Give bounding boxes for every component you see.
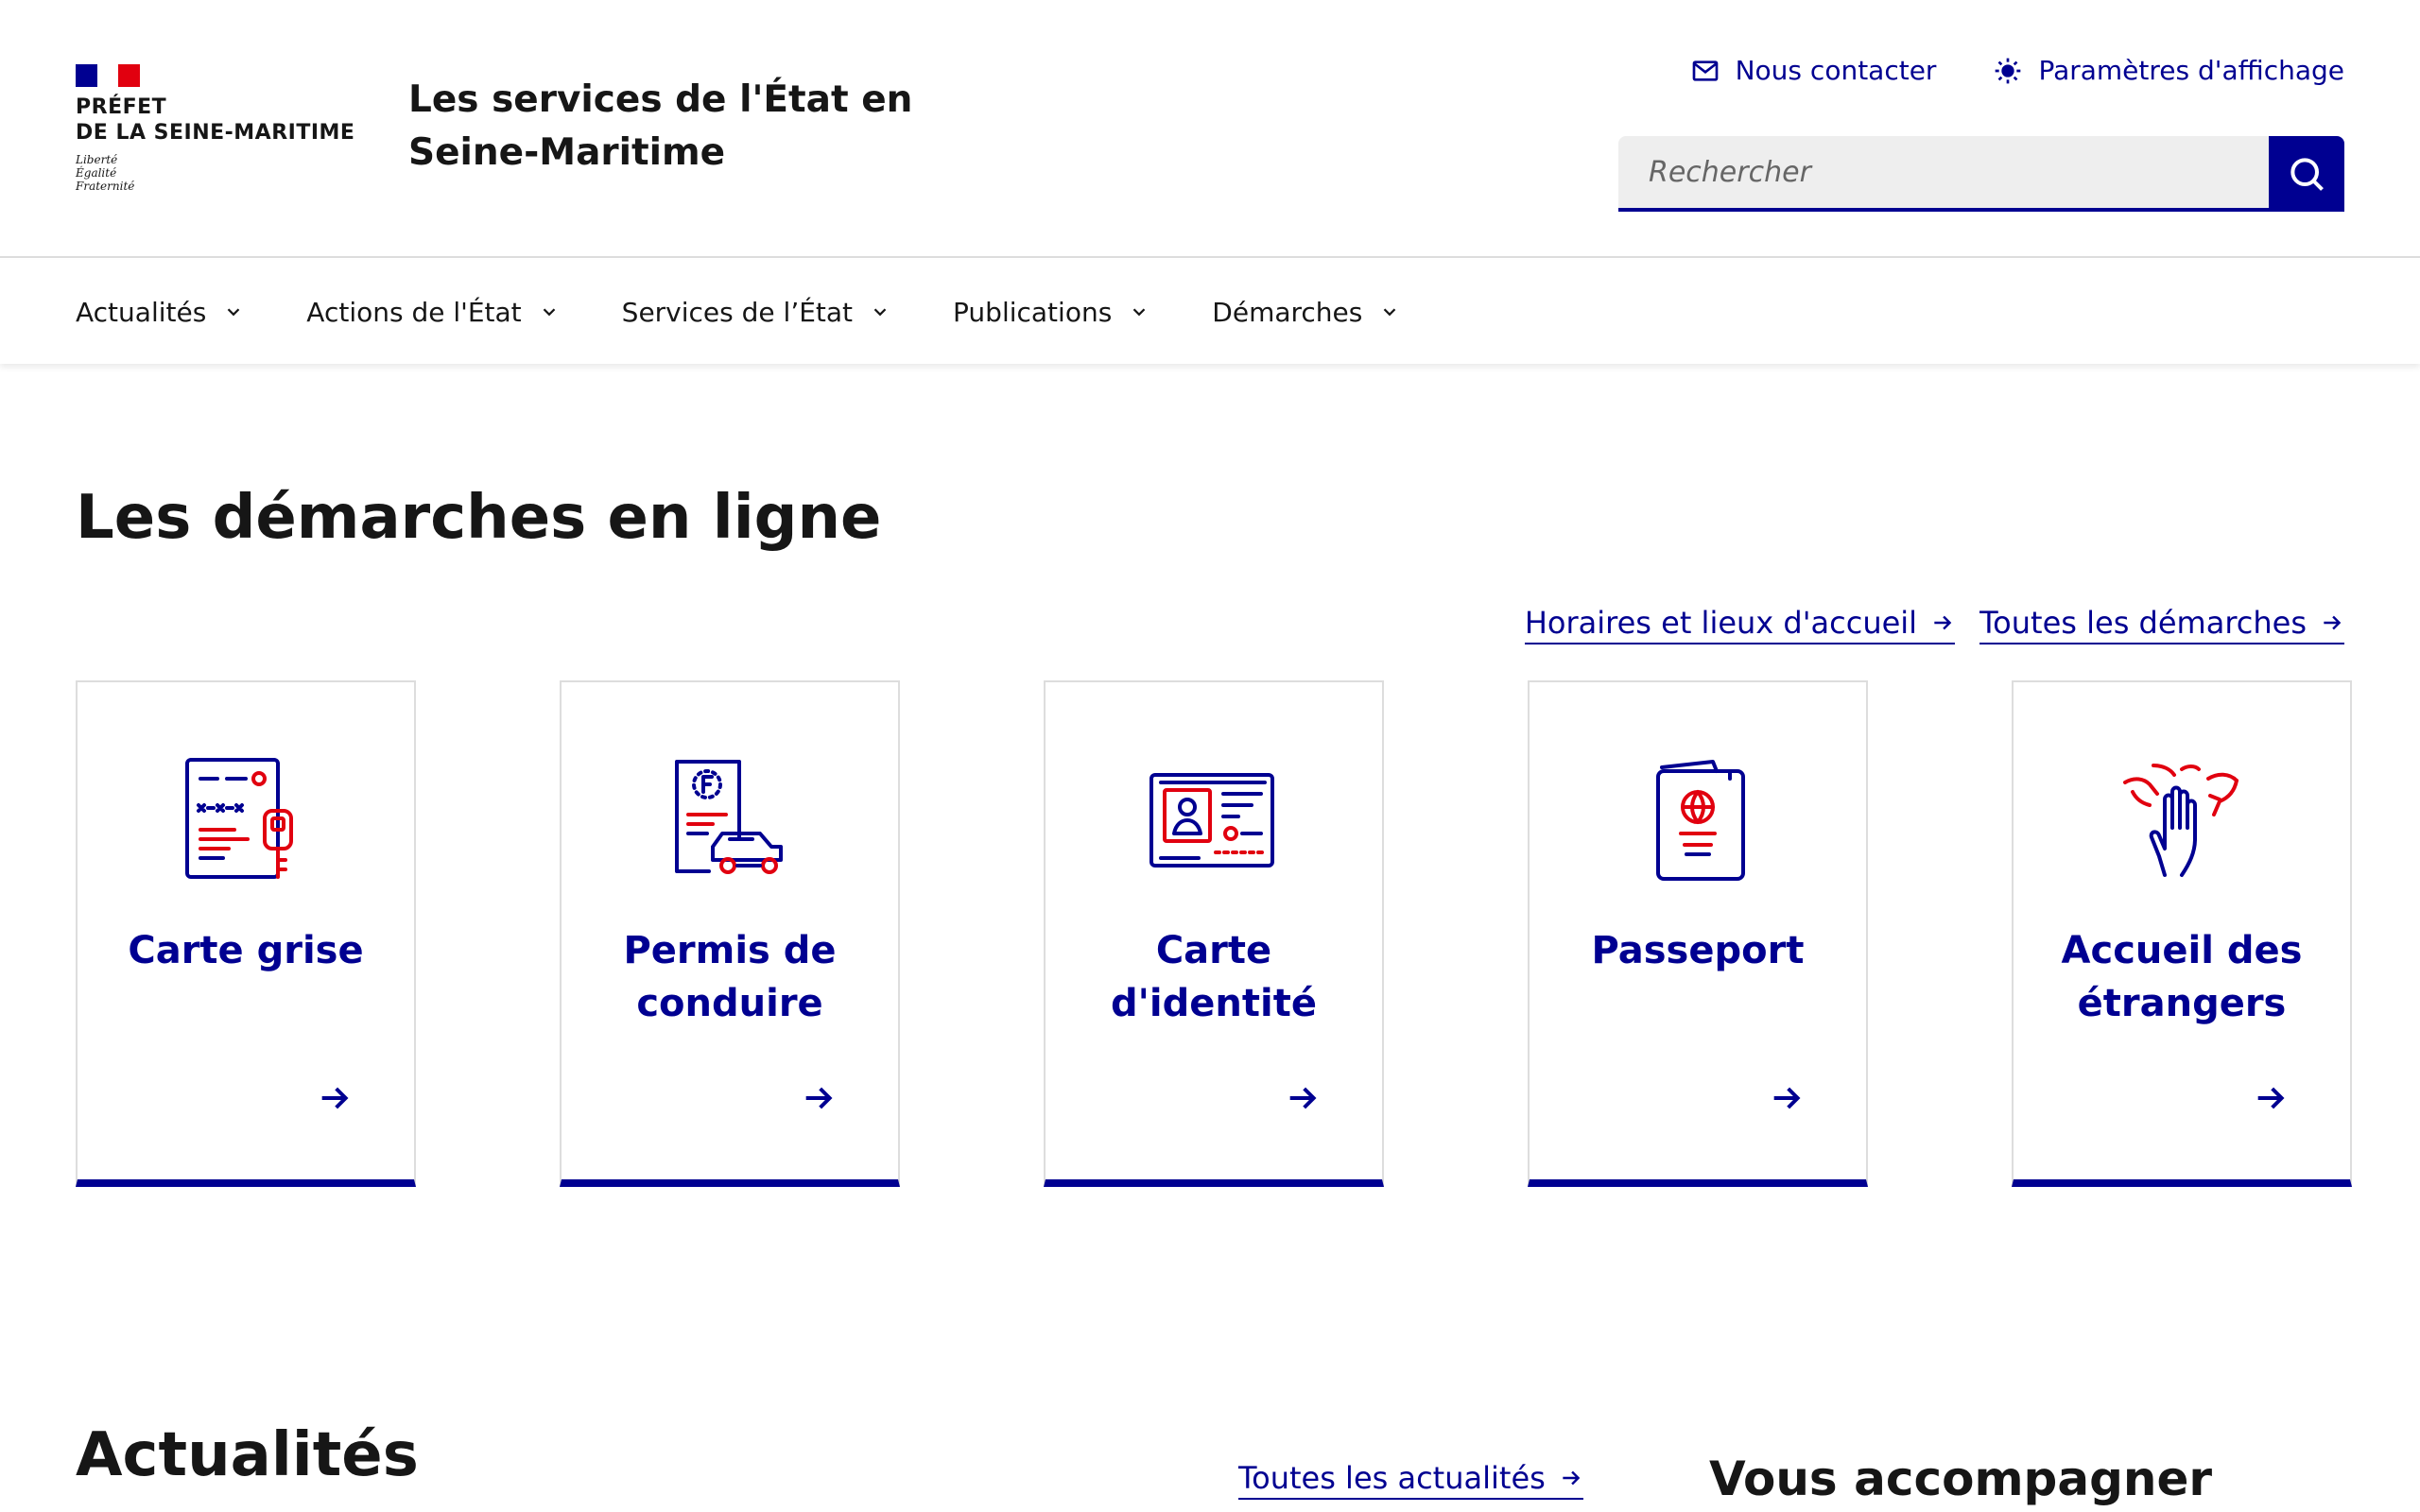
- card-permis-de-conduire[interactable]: Permis de conduire: [560, 680, 900, 1187]
- motto-liberte: Liberté: [76, 153, 118, 166]
- nav-item-demarches[interactable]: Démarches: [1212, 297, 1400, 328]
- search-bar: [1618, 136, 2344, 212]
- display-settings-link[interactable]: Paramètres d'affichage: [1993, 55, 2344, 86]
- chevron-down-icon: [543, 308, 555, 317]
- chevron-down-icon: [1384, 308, 1396, 317]
- welcome-hands-icon: [2123, 764, 2238, 877]
- horaires-label: Horaires et lieux d'accueil: [1524, 605, 1918, 641]
- nav-label: Démarches: [1212, 296, 1363, 328]
- card-title: Carte d'identité: [1111, 929, 1317, 1025]
- arrow-right-icon: [805, 1087, 833, 1109]
- contact-label: Nous contacter: [1735, 55, 1937, 86]
- nav-label: Publications: [953, 296, 1113, 328]
- republic-logo[interactable]: PRÉFET DE LA SEINE-MARITIME Liberté Égal…: [76, 64, 359, 193]
- chevron-down-icon: [227, 308, 240, 317]
- mail-icon: [1692, 60, 1718, 81]
- prefect-name: PRÉFET DE LA SEINE-MARITIME: [76, 94, 359, 146]
- arrow-right-icon: [2257, 1087, 2285, 1109]
- nav-label: Actions de l'État: [306, 296, 522, 328]
- motto-egalite: Égalité: [76, 166, 117, 180]
- nav-item-actions-etat[interactable]: Actions de l'État: [306, 297, 559, 328]
- arrow-right-icon: [321, 1087, 349, 1109]
- republic-motto: Liberté Égalité Fraternité: [76, 153, 359, 193]
- site-title[interactable]: Les services de l'État en Seine-Maritime: [408, 74, 938, 180]
- nav-item-actualites[interactable]: Actualités: [76, 297, 244, 328]
- chevron-down-icon: [1132, 308, 1146, 317]
- prefect-line-2: DE LA SEINE-MARITIME: [76, 121, 355, 145]
- vehicle-registration-icon: [185, 758, 293, 879]
- card-title: Permis de conduire: [623, 929, 837, 1025]
- card-title: Carte grise: [128, 929, 364, 972]
- arrow-right-icon: [1773, 1087, 1801, 1109]
- chevron-down-icon: [873, 308, 887, 317]
- nav-label: Services de l’État: [621, 296, 854, 328]
- sun-icon: [1996, 58, 2021, 83]
- toutes-demarches-label: Toutes les démarches: [1979, 605, 2307, 641]
- identity-card-icon: [1150, 773, 1274, 868]
- actualites-section-title: Actualités: [76, 1420, 419, 1490]
- card-passeport[interactable]: Passeport: [1528, 680, 1868, 1187]
- toutes-actualites-label: Toutes les actualités: [1238, 1460, 1546, 1496]
- toutes-actualites-link[interactable]: Toutes les actualités: [1238, 1460, 1583, 1500]
- motto-fraternite: Fraternité: [76, 180, 135, 193]
- card-title: Accueil des étrangers: [2061, 929, 2303, 1025]
- driving-license-icon: [675, 760, 783, 874]
- demarches-cards: Carte grise Permis de conduire Carte d'i…: [76, 680, 2352, 1187]
- contact-link[interactable]: Nous contacter: [1690, 55, 1937, 86]
- demarches-links: Horaires et lieux d'accueil Toutes les d…: [1524, 605, 2344, 644]
- search-input[interactable]: [1618, 136, 2269, 212]
- nav-item-services-etat[interactable]: Services de l’État: [622, 297, 890, 328]
- nav-item-publications[interactable]: Publications: [953, 297, 1150, 328]
- arrow-right-icon: [1289, 1087, 1317, 1109]
- arrow-right-icon: [1934, 615, 1952, 630]
- vous-accompagner-title: Vous accompagner: [1709, 1452, 2213, 1506]
- arrow-up-right-icon: [2324, 615, 2342, 630]
- nav-label: Actualités: [76, 296, 207, 328]
- arrow-up-right-icon: [1563, 1470, 1581, 1486]
- search-button[interactable]: [2269, 136, 2344, 212]
- toutes-demarches-link[interactable]: Toutes les démarches: [1979, 605, 2344, 644]
- card-title: Passeport: [1591, 929, 1805, 972]
- search-icon: [2290, 158, 2324, 191]
- demarches-section-title: Les démarches en ligne: [76, 483, 882, 553]
- main-navigation: Actualités Actions de l'État Services de…: [0, 260, 2420, 364]
- prefect-line-1: PRÉFET: [76, 95, 167, 119]
- site-header: PRÉFET DE LA SEINE-MARITIME Liberté Égal…: [0, 0, 2420, 258]
- header-tools: Nous contacter Paramètres d'affichage: [1690, 55, 2344, 86]
- card-carte-grise[interactable]: Carte grise: [76, 680, 416, 1187]
- passport-icon: [1656, 760, 1745, 881]
- card-accueil-etrangers[interactable]: Accueil des étrangers: [2012, 680, 2352, 1187]
- horaires-link[interactable]: Horaires et lieux d'accueil: [1524, 605, 1956, 644]
- card-carte-identite[interactable]: Carte d'identité: [1044, 680, 1384, 1187]
- marianne-flag-icon: [76, 64, 141, 87]
- display-settings-label: Paramètres d'affichage: [2038, 55, 2344, 86]
